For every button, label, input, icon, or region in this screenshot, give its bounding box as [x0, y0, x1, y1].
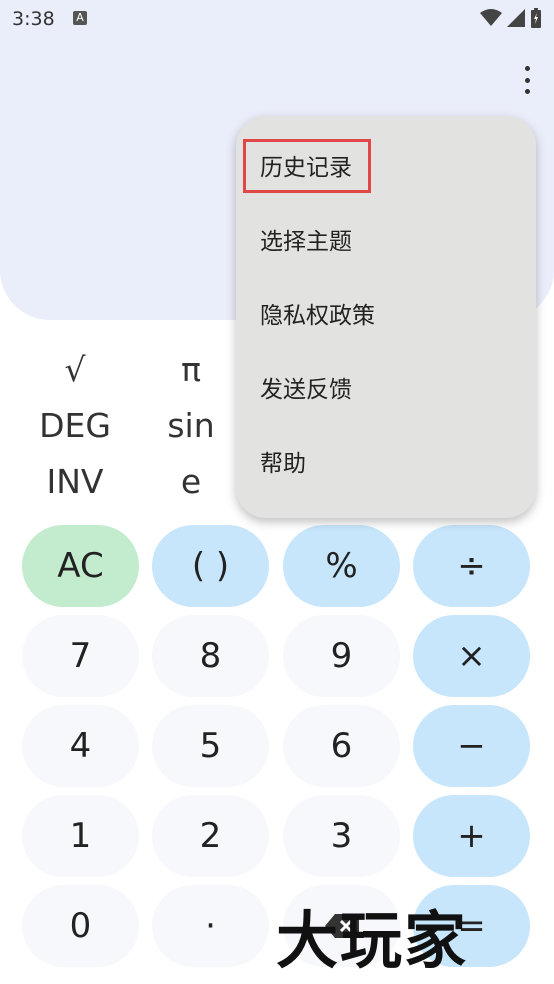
- status-bar: 3:38 A: [0, 0, 554, 38]
- percent-button[interactable]: %: [283, 525, 400, 607]
- status-time: 3:38: [12, 8, 55, 30]
- watermark-logo: 大玩家: [276, 904, 469, 977]
- status-icons: [480, 8, 542, 28]
- app-notification-icon: A: [73, 11, 87, 25]
- overflow-menu: 历史记录 选择主题 隐私权政策 发送反馈 帮助: [236, 116, 536, 518]
- wifi-icon: [480, 9, 502, 26]
- five-button[interactable]: 5: [152, 705, 269, 787]
- more-options-icon[interactable]: [522, 66, 532, 94]
- plus-button[interactable]: +: [413, 795, 530, 877]
- e-key[interactable]: e: [136, 462, 246, 501]
- six-button[interactable]: 6: [283, 705, 400, 787]
- pi-key[interactable]: π: [136, 350, 246, 389]
- ac-button[interactable]: AC: [22, 525, 139, 607]
- three-button[interactable]: 3: [283, 795, 400, 877]
- zero-button[interactable]: 0: [22, 885, 139, 967]
- sqrt-key[interactable]: √: [20, 350, 130, 389]
- one-button[interactable]: 1: [22, 795, 139, 877]
- menu-item-history[interactable]: 历史记录: [260, 148, 352, 188]
- nine-button[interactable]: 9: [283, 615, 400, 697]
- eight-button[interactable]: 8: [152, 615, 269, 697]
- minus-button[interactable]: −: [413, 705, 530, 787]
- menu-item-feedback[interactable]: 发送反馈: [260, 370, 352, 410]
- signal-icon: [507, 9, 525, 27]
- decimal-button[interactable]: ·: [152, 885, 269, 967]
- parentheses-button[interactable]: ( ): [152, 525, 269, 607]
- divide-button[interactable]: ÷: [413, 525, 530, 607]
- sin-key[interactable]: sin: [136, 406, 246, 445]
- menu-item-help[interactable]: 帮助: [260, 444, 306, 484]
- battery-icon: [531, 8, 541, 28]
- inv-key[interactable]: INV: [20, 462, 130, 501]
- menu-item-theme[interactable]: 选择主题: [260, 222, 352, 262]
- deg-key[interactable]: DEG: [20, 406, 130, 445]
- seven-button[interactable]: 7: [22, 615, 139, 697]
- menu-item-privacy[interactable]: 隐私权政策: [260, 296, 375, 336]
- four-button[interactable]: 4: [22, 705, 139, 787]
- multiply-button[interactable]: ×: [413, 615, 530, 697]
- two-button[interactable]: 2: [152, 795, 269, 877]
